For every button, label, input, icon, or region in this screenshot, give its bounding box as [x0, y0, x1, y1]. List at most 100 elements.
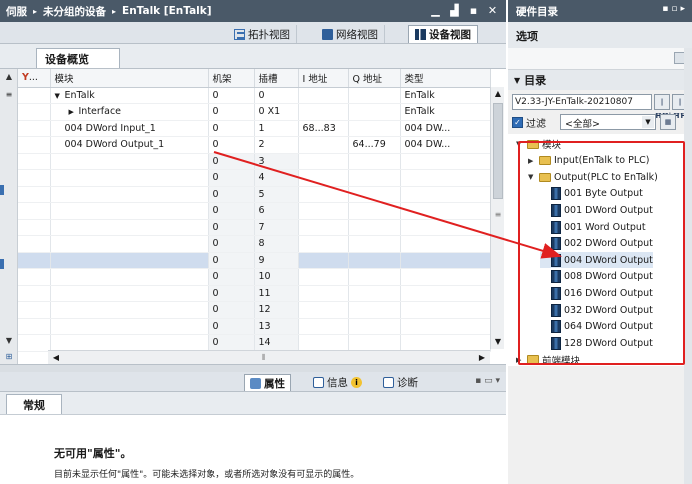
cell-slot[interactable]: 6 [254, 202, 299, 220]
tab-info[interactable]: 信息 i [308, 374, 367, 391]
table-row[interactable]: ▶ Interface 0 0 X1 EnTalk [18, 103, 491, 121]
cell-i-address[interactable] [298, 103, 349, 121]
table-row[interactable]: 04 [18, 169, 491, 187]
cell-marker[interactable] [18, 252, 51, 269]
cell-rack[interactable]: 0 [208, 285, 255, 302]
restore-icon[interactable]: ▟ [447, 3, 462, 18]
breadcrumb-group[interactable]: 未分组的设备 [43, 4, 106, 19]
cell-rack[interactable]: 0 [208, 235, 255, 253]
tab-diagnostics[interactable]: 诊断 [378, 374, 423, 391]
cell-q-address[interactable] [348, 153, 401, 170]
cell-type[interactable] [400, 169, 491, 187]
scroll-left-arrow-icon[interactable]: ◀ [50, 352, 62, 364]
cell-module[interactable] [50, 169, 209, 187]
column-header-filter[interactable]: Y... [18, 69, 51, 88]
tab-network-view[interactable]: 网络视图 [316, 25, 385, 43]
cell-marker[interactable] [18, 87, 51, 104]
table-row[interactable]: 05 [18, 186, 491, 203]
catalog-search-input[interactable]: V2.33-JY-EnTalk-20210807 [512, 94, 652, 110]
cell-q-address[interactable] [348, 169, 401, 187]
cell-rack[interactable]: 0 [208, 202, 255, 220]
tab-device-overview[interactable]: 设备概览 [36, 48, 120, 68]
cell-module[interactable] [50, 235, 209, 253]
cell-type[interactable] [400, 235, 491, 253]
cell-i-address[interactable] [298, 219, 349, 236]
cell-module[interactable]: 004 DWord Input_1 [50, 120, 209, 137]
cell-q-address[interactable] [348, 285, 401, 302]
cell-i-address[interactable] [298, 285, 349, 302]
cell-slot[interactable]: 3 [254, 153, 299, 170]
cell-slot[interactable]: 0 [254, 87, 299, 104]
cell-slot[interactable]: 11 [254, 285, 299, 302]
search-down-button[interactable]: |ĦĦ| [654, 94, 671, 120]
cell-marker[interactable] [18, 219, 51, 236]
cell-i-address[interactable] [298, 318, 349, 335]
cell-q-address[interactable] [348, 235, 401, 253]
scroll-up-icon[interactable]: ▲ [3, 71, 15, 83]
minimize-icon[interactable]: ▁ [428, 3, 443, 18]
cell-type[interactable]: 004 DW... [400, 120, 491, 137]
cell-i-address[interactable] [298, 268, 349, 286]
scroll-down-arrow-icon[interactable]: ▼ [492, 336, 504, 348]
cell-slot[interactable]: 8 [254, 235, 299, 253]
table-row[interactable]: 07 [18, 219, 491, 236]
cell-rack[interactable]: 0 [208, 153, 255, 170]
cell-slot[interactable]: 10 [254, 268, 299, 286]
cell-q-address[interactable] [348, 103, 401, 121]
cell-rack[interactable]: 0 [208, 103, 255, 121]
cell-rack[interactable]: 0 [208, 120, 255, 137]
cell-module[interactable] [50, 202, 209, 220]
table-row[interactable]: 004 DWord Input_1 0 1 68...83 004 DW... [18, 120, 491, 137]
cell-module[interactable] [50, 153, 209, 170]
cell-rack[interactable]: 0 [208, 87, 255, 104]
cell-marker[interactable] [18, 120, 51, 137]
cell-slot[interactable]: 9 [254, 252, 299, 269]
menu-icon[interactable]: ≡ [3, 89, 15, 101]
cell-q-address[interactable] [348, 202, 401, 220]
cell-i-address[interactable] [298, 87, 349, 104]
filter-control[interactable]: ✓ 过滤 [512, 114, 546, 130]
cell-marker[interactable] [18, 169, 51, 187]
cell-marker[interactable] [18, 334, 51, 352]
panel-controls[interactable]: ▪▫▸ [662, 4, 688, 14]
options-section-header[interactable]: 选项 [508, 22, 692, 48]
cell-slot[interactable]: 14 [254, 334, 299, 352]
cell-slot[interactable]: 4 [254, 169, 299, 187]
cell-i-address[interactable] [298, 186, 349, 203]
cell-i-address[interactable]: 68...83 [298, 120, 349, 137]
cell-type[interactable] [400, 301, 491, 319]
table-row[interactable]: 0 10 [18, 268, 491, 286]
tab-device-view[interactable]: 设备视图 [408, 25, 478, 43]
cell-q-address[interactable] [348, 87, 401, 104]
cell-q-address[interactable] [348, 334, 401, 352]
maximize-icon[interactable]: ▪ [466, 3, 481, 18]
cell-rack[interactable]: 0 [208, 186, 255, 203]
cell-slot[interactable]: 7 [254, 219, 299, 236]
profile-select[interactable]: <全部> ▼ [560, 114, 656, 130]
column-header-q-address[interactable]: Q 地址 [348, 69, 401, 88]
expand-down-icon[interactable]: ▼ [55, 92, 65, 100]
expand-right-icon[interactable]: ▶ [69, 108, 79, 116]
cell-marker[interactable] [18, 301, 51, 319]
cell-marker[interactable] [18, 318, 51, 335]
splitter[interactable] [0, 364, 506, 372]
table-row[interactable]: 09 [18, 252, 491, 269]
cell-type[interactable] [400, 285, 491, 302]
table-row[interactable]: 0 12 [18, 301, 491, 319]
scroll-thumb[interactable] [493, 103, 503, 199]
table-row[interactable]: 0 14 [18, 334, 491, 352]
cell-type[interactable] [400, 252, 491, 269]
cell-marker[interactable] [18, 136, 51, 154]
filter-checkbox[interactable]: ✓ [512, 116, 523, 128]
cell-rack[interactable]: 0 [208, 301, 255, 319]
column-header-type[interactable]: 类型 [400, 69, 491, 88]
cell-slot[interactable]: 2 [254, 136, 299, 154]
table-row[interactable]: ▼ EnTalk 0 0 EnTalk [18, 87, 491, 104]
table-row[interactable]: 004 DWord Output_1 0 2 64...79 004 DW... [18, 136, 491, 154]
cell-module[interactable] [50, 219, 209, 236]
cell-module[interactable] [50, 268, 209, 286]
cell-rack[interactable]: 0 [208, 268, 255, 286]
cell-type[interactable] [400, 268, 491, 286]
cell-type[interactable] [400, 186, 491, 203]
cell-q-address[interactable] [348, 186, 401, 203]
